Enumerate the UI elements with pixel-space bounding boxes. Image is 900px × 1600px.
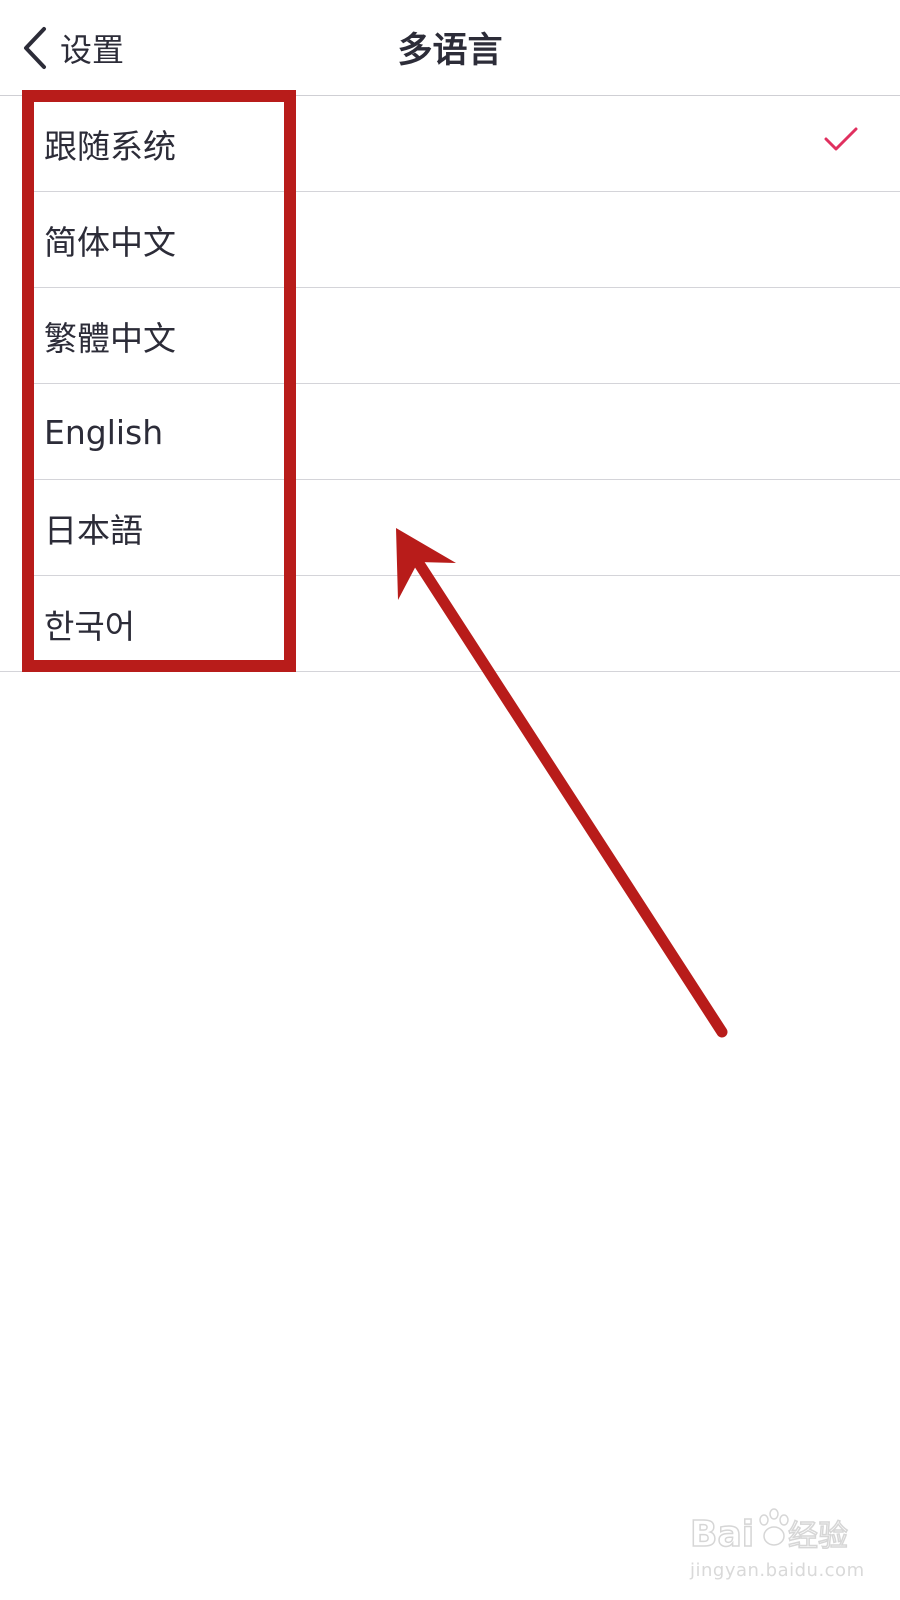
navigation-bar: 设置 多语言 <box>0 0 900 96</box>
language-label: 日本語 <box>44 511 143 550</box>
baidu-logo: Bai 经验 <box>689 1508 849 1556</box>
page-title: 多语言 <box>397 31 503 71</box>
svg-text:经验: 经验 <box>788 1519 848 1554</box>
language-item-english[interactable]: English <box>0 384 900 480</box>
checkmark-icon <box>824 126 858 152</box>
svg-text:Bai: Bai <box>690 1514 754 1555</box>
language-label: 简体中文 <box>44 223 176 262</box>
language-item-japanese[interactable]: 日本語 <box>0 480 900 576</box>
language-item-follow-system[interactable]: 跟随系统 <box>0 96 900 192</box>
language-label: 繁體中文 <box>44 319 176 358</box>
language-item-korean[interactable]: 한국어 <box>0 576 900 672</box>
language-label: 한국어 <box>44 607 136 646</box>
language-item-traditional-chinese[interactable]: 繁體中文 <box>0 288 900 384</box>
language-label: English <box>44 412 164 452</box>
language-list: 跟随系统 简体中文 繁體中文 English 日本語 한국어 <box>0 96 900 672</box>
language-label: 跟随系统 <box>44 127 176 166</box>
language-item-simplified-chinese[interactable]: 简体中文 <box>0 192 900 288</box>
baidu-jingyan-watermark: Bai 经验 jingyan.baidu.com <box>688 1500 878 1596</box>
watermark-url: jingyan.baidu.com <box>690 1560 865 1581</box>
